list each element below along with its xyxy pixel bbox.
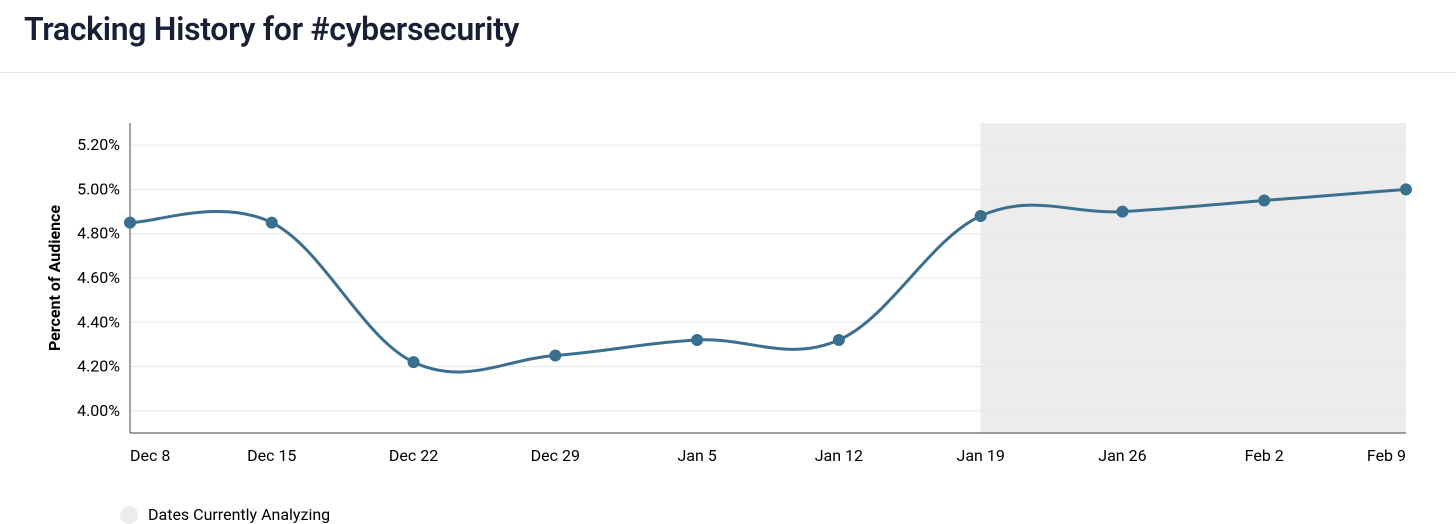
data-point[interactable]: [833, 335, 844, 346]
page-title: Tracking History for #cybersecurity: [24, 10, 1432, 48]
x-tick-label: Jan 12: [815, 446, 863, 465]
y-tick-label: 4.20%: [77, 357, 120, 376]
data-point[interactable]: [550, 350, 561, 361]
x-tick-label: Feb 2: [1245, 446, 1284, 465]
y-tick-label: 5.00%: [77, 179, 120, 198]
data-point[interactable]: [1117, 206, 1128, 217]
data-point[interactable]: [266, 217, 277, 228]
x-tick-label: Dec 15: [247, 446, 296, 465]
data-point[interactable]: [692, 335, 703, 346]
tracking-history-chart: 4.00% 4.20% 4.40% 4.60% 4.80% 5.00% 5.20% Dec 8…: [0, 73, 1456, 524]
y-axis-title: Percent of Audience: [45, 205, 64, 351]
legend-label-analyzing: Dates Currently Analyzing: [148, 505, 330, 524]
x-tick-label: Jan 5: [677, 446, 716, 465]
data-point[interactable]: [408, 357, 419, 368]
x-tick-label: Jan 26: [1098, 446, 1146, 465]
x-tick-label: Feb 9: [1367, 446, 1406, 465]
y-tick-label: 4.40%: [77, 312, 120, 331]
x-tick-label: Dec 22: [389, 446, 438, 465]
x-tick-label: Jan 19: [957, 446, 1005, 465]
data-point[interactable]: [1401, 184, 1412, 195]
y-tick-label: 5.20%: [77, 135, 120, 154]
page-header: Tracking History for #cybersecurity: [0, 0, 1456, 73]
data-point[interactable]: [125, 217, 136, 228]
y-tick-label: 4.60%: [77, 268, 120, 287]
x-tick-label: Dec 29: [531, 446, 580, 465]
y-tick-label: 4.00%: [77, 401, 120, 420]
data-point[interactable]: [1259, 195, 1270, 206]
y-tick-label: 4.80%: [77, 224, 120, 243]
line-chart-svg: 4.00% 4.20% 4.40% 4.60% 4.80% 5.00% 5.20% Dec 8…: [40, 113, 1416, 493]
x-tick-label: Dec 8: [130, 446, 170, 465]
chart-legend: Dates Currently Analyzing: [40, 493, 1416, 524]
data-point[interactable]: [975, 211, 986, 222]
